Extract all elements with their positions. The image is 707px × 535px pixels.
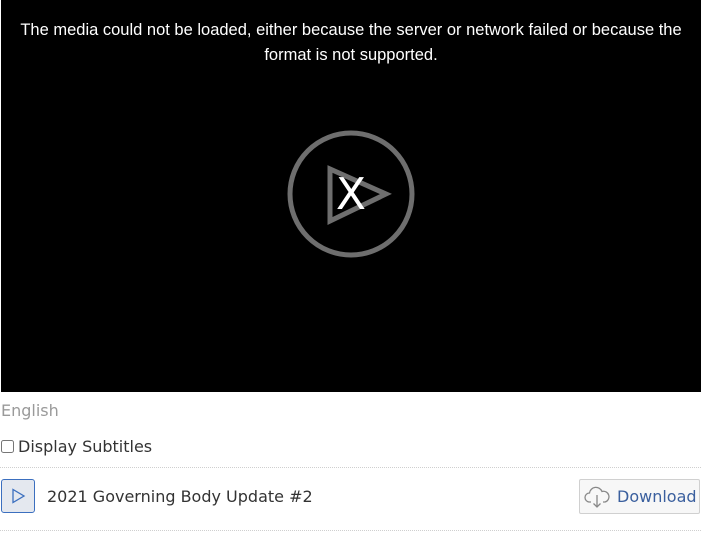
download-button[interactable]: Download (579, 479, 700, 514)
display-subtitles-checkbox[interactable] (1, 439, 14, 453)
play-error-icon: X (287, 130, 415, 258)
error-x-mark: X (336, 169, 366, 220)
track-play-button[interactable] (1, 479, 35, 513)
track-title: 2021 Governing Body Update #2 (47, 487, 313, 506)
media-error-message: The media could not be loaded, either be… (20, 21, 682, 64)
display-subtitles-row: Display Subtitles (0, 435, 152, 457)
video-player[interactable]: The media could not be loaded, either be… (1, 0, 701, 392)
big-play-button[interactable]: X (286, 129, 416, 259)
language-label: English (1, 401, 59, 420)
display-subtitles-label: Display Subtitles (18, 436, 153, 456)
cloud-download-icon (584, 484, 610, 510)
download-label: Download (617, 487, 697, 506)
divider (0, 467, 701, 468)
play-icon (12, 488, 26, 504)
divider (0, 530, 701, 531)
